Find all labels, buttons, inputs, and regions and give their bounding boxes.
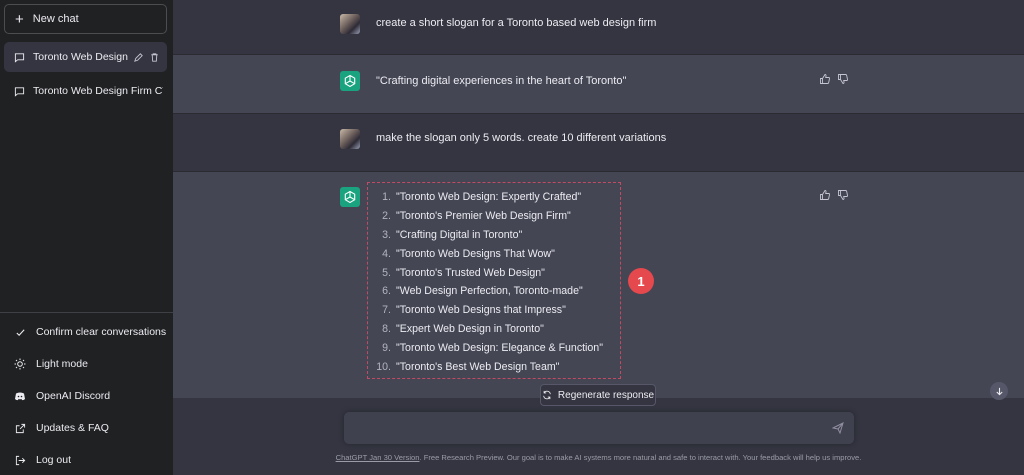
list-item: 4. "Toronto Web Designs That Wow" <box>371 244 619 263</box>
list-text: "Toronto Web Designs that Impress" <box>396 304 566 317</box>
thumbs-down-icon[interactable] <box>837 188 849 200</box>
list-item: 5. "Toronto's Trusted Web Design" <box>371 263 619 282</box>
light-mode-button[interactable]: Light mode <box>4 350 167 378</box>
user-message-row: create a short slogan for a Toronto base… <box>173 0 1024 55</box>
list-text: "Toronto Web Design: Elegance & Function… <box>396 341 603 354</box>
assistant-message-text: "Crafting digital experiences in the hea… <box>376 75 627 87</box>
chat-area: create a short slogan for a Toronto base… <box>173 0 1024 475</box>
chat-bubble-icon <box>14 52 25 63</box>
list-number: 2. <box>382 210 391 223</box>
thumbs-up-icon[interactable] <box>819 72 831 84</box>
slogan-variations-list: 1. "Toronto Web Design: Expertly Crafted"… <box>371 188 619 376</box>
sidebar-divider <box>0 312 173 313</box>
menu-label: Confirm clear conversations <box>36 326 167 338</box>
list-item: 10. "Toronto's Best Web Design Team" <box>371 357 619 376</box>
list-item: 3. "Crafting Digital in Toronto" <box>371 226 619 245</box>
conversation-title: Toronto Web Design Firm CTA <box>33 85 163 97</box>
sun-icon <box>14 358 26 370</box>
message-input[interactable] <box>354 418 828 440</box>
openai-logo-icon <box>340 187 360 207</box>
list-item: 2. "Toronto's Premier Web Design Firm" <box>371 207 619 226</box>
user-message-text: make the slogan only 5 words. create 10 … <box>376 132 667 144</box>
list-text: "Expert Web Design in Toronto" <box>396 322 544 335</box>
footer-disclaimer: ChatGPT Jan 30 Version. Free Research Pr… <box>173 453 1024 462</box>
discord-link[interactable]: OpenAI Discord <box>4 382 167 410</box>
list-text: "Toronto Web Design: Expertly Crafted" <box>396 191 582 204</box>
message-input-container <box>344 412 854 444</box>
new-chat-button[interactable]: + New chat <box>4 4 167 34</box>
user-avatar <box>340 14 360 34</box>
list-number: 3. <box>382 228 391 241</box>
thumbs-down-icon[interactable] <box>837 72 849 84</box>
list-text: "Toronto Web Designs That Wow" <box>396 247 555 260</box>
footer-text: . Free Research Preview. Our goal is to … <box>419 453 862 462</box>
list-number: 1. <box>382 191 391 204</box>
menu-label: Updates & FAQ <box>36 422 109 434</box>
menu-label: OpenAI Discord <box>36 390 111 402</box>
thumbs-up-icon[interactable] <box>819 188 831 200</box>
trash-icon[interactable] <box>149 52 160 63</box>
list-number: 9. <box>382 341 391 354</box>
new-chat-label: New chat <box>32 13 79 25</box>
regenerate-response-button[interactable]: Regenerate response <box>540 384 656 406</box>
list-text: "Toronto's Trusted Web Design" <box>396 266 545 279</box>
confirm-clear-conversations-button[interactable]: Confirm clear conversations <box>4 318 167 346</box>
list-number: 6. <box>382 285 391 298</box>
list-text: "Toronto's Best Web Design Team" <box>396 360 560 373</box>
list-item: 6. "Web Design Perfection, Toronto-made" <box>371 282 619 301</box>
check-icon <box>14 326 26 338</box>
discord-icon <box>14 390 26 402</box>
conversation-title: Toronto Web Design Sl <box>33 51 128 63</box>
send-icon[interactable] <box>832 422 844 434</box>
external-link-icon <box>14 422 26 434</box>
sidebar: + New chat Toronto Web Design Sl Toronto… <box>0 0 173 475</box>
menu-label: Log out <box>36 454 72 466</box>
user-avatar <box>340 129 360 149</box>
list-text: "Web Design Perfection, Toronto-made" <box>396 285 583 298</box>
list-number: 8. <box>382 322 391 335</box>
list-text: "Toronto's Premier Web Design Firm" <box>396 210 571 223</box>
list-item: 8. "Expert Web Design in Toronto" <box>371 320 619 339</box>
list-number: 7. <box>382 304 391 317</box>
conversation-item[interactable]: Toronto Web Design Firm CTA <box>4 76 167 106</box>
menu-label: Light mode <box>36 358 88 370</box>
user-message-text: create a short slogan for a Toronto base… <box>376 17 657 29</box>
assistant-message-row: "Crafting digital experiences in the hea… <box>173 55 1024 114</box>
logout-button[interactable]: Log out <box>4 446 167 474</box>
list-number: 5. <box>382 266 391 279</box>
edit-icon[interactable] <box>133 52 144 63</box>
annotation-badge: 1 <box>628 268 654 294</box>
arrow-down-icon <box>995 387 1003 395</box>
list-text: "Crafting Digital in Toronto" <box>396 228 523 241</box>
list-number: 10. <box>376 360 391 373</box>
plus-icon: + <box>15 10 24 28</box>
chat-bubble-icon <box>14 86 25 97</box>
refresh-icon <box>543 390 551 400</box>
list-item: 9. "Toronto Web Design: Elegance & Functi… <box>371 338 619 357</box>
list-item: 1. "Toronto Web Design: Expertly Crafted" <box>371 188 619 207</box>
user-message-row: make the slogan only 5 words. create 10 … <box>173 114 1024 172</box>
updates-faq-link[interactable]: Updates & FAQ <box>4 414 167 442</box>
logout-icon <box>14 454 26 466</box>
scroll-down-button[interactable] <box>990 382 1008 400</box>
list-number: 4. <box>382 247 391 260</box>
openai-logo-icon <box>340 71 360 91</box>
regenerate-label: Regenerate response <box>557 389 655 401</box>
conversation-item-active[interactable]: Toronto Web Design Sl <box>4 42 167 72</box>
version-link[interactable]: ChatGPT Jan 30 Version <box>336 453 420 462</box>
list-item: 7. "Toronto Web Designs that Impress" <box>371 301 619 320</box>
